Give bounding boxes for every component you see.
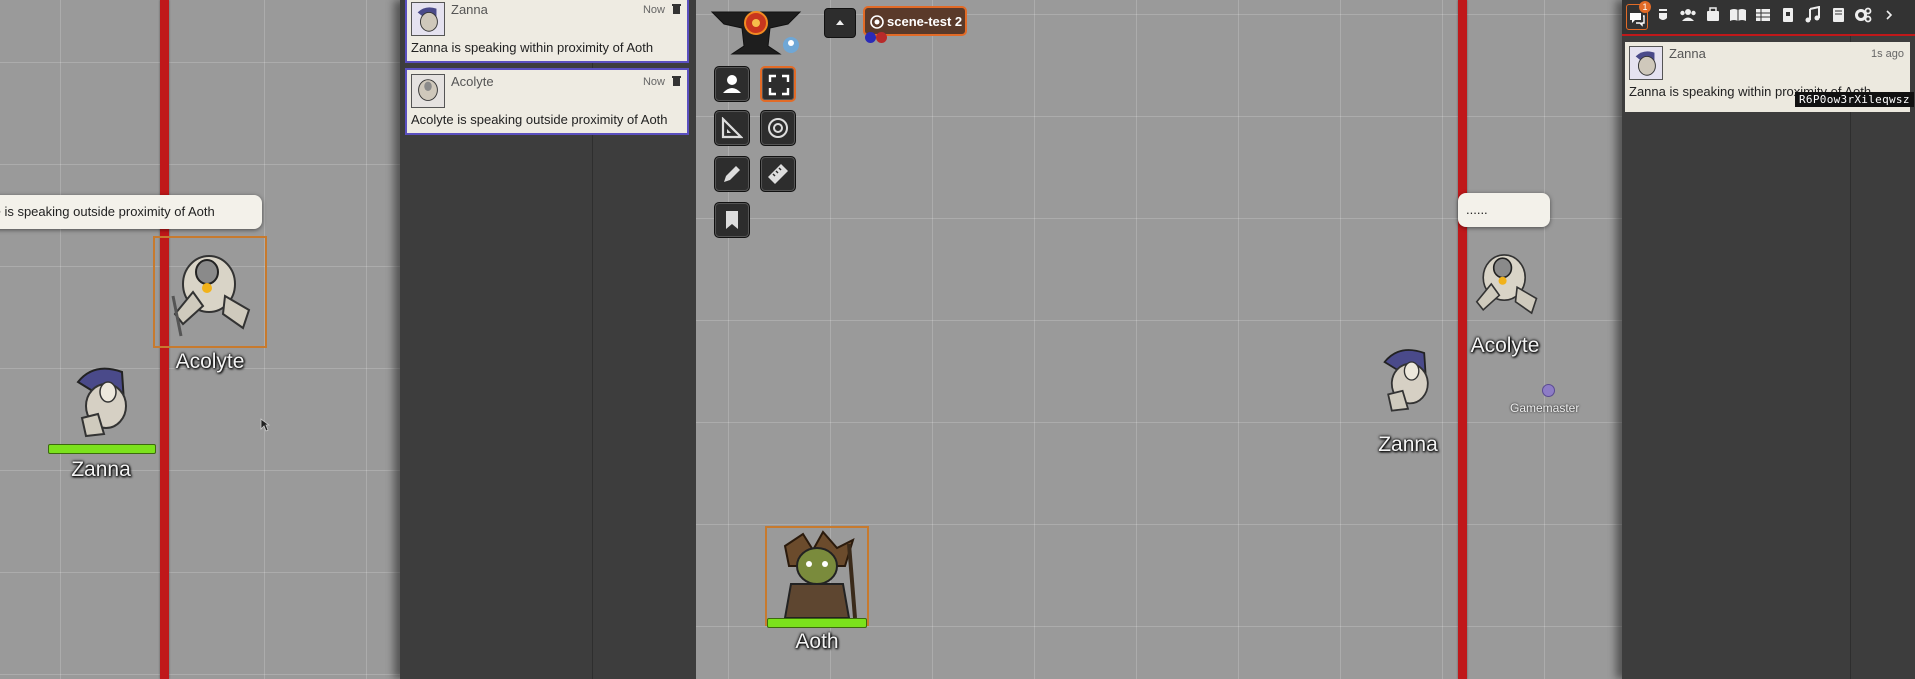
ruler-button[interactable] [760,156,796,192]
zanna-avatar [1629,46,1663,80]
token-name-acolyte: Acolyte [1470,334,1540,357]
collapse-icon [1886,10,1893,20]
tab-journal[interactable] [1729,6,1747,24]
token-hp-bar [48,444,156,454]
tab-combat[interactable] [1654,6,1672,24]
message-speaker: Acolyte [451,74,494,89]
user-dot-blue [865,32,876,43]
tab-playlists[interactable] [1804,5,1822,24]
left-scene-canvas[interactable]: te is speaking outside proximity of Aoth… [0,0,400,679]
person-icon [723,75,741,93]
expand-icon [768,74,790,96]
token-aoth[interactable] [765,526,869,626]
measure-button[interactable] [714,110,750,146]
mouse-cursor-icon [260,418,270,432]
combat-icon [1658,9,1668,20]
caret-up-icon [836,20,844,25]
zanna-avatar [411,2,445,36]
zanna-portrait [76,367,127,438]
tables-icon [1756,9,1770,21]
token-selection-frame [153,236,267,348]
notification-badge: 1 [1639,1,1651,13]
pencil-icon [724,166,740,182]
expand-button[interactable] [760,66,796,102]
bookmark-icon [726,211,738,229]
token-selection-frame [765,526,869,626]
message-timestamp: Now [642,4,665,16]
ruler-triangle-icon [721,117,743,139]
items-icon [1707,7,1719,21]
user-cursor-dot [1542,384,1555,397]
id-tooltip: R6P0ow3rXileqwsz [1795,92,1914,107]
chat-bubble-text: ...... [1466,202,1488,217]
acolyte-avatar [411,74,445,108]
scene-nav-toggle[interactable] [824,8,856,38]
chat-bubble: ...... [1458,193,1550,227]
tab-actors[interactable] [1679,6,1697,24]
actors-icon [1680,9,1696,21]
bullseye-icon [768,118,788,138]
trash-icon[interactable] [672,75,681,86]
zanna-portrait [1383,349,1429,412]
cards-icon [1783,8,1793,22]
journal-icon [1730,9,1746,21]
settings-icon [1855,7,1872,23]
compendium-icon [1833,8,1844,22]
message-speaker: Zanna [451,2,488,17]
user-dot-red [876,32,887,43]
chat-bubble-text: te is speaking outside proximity of Aoth [0,204,215,219]
chat-message-card[interactable]: Zanna Now Zanna is speaking within proxi… [405,0,689,63]
message-timestamp: 1s ago [1870,48,1904,60]
targeting-button[interactable] [760,110,796,146]
token-name-zanna: Zanna [1378,433,1438,456]
token-zanna[interactable] [1372,344,1444,416]
chat-bubble: te is speaking outside proximity of Aoth [0,195,262,229]
tab-collapse[interactable] [1884,6,1894,24]
acolyte-portrait [1475,254,1538,315]
sidebar-tabs: 1 [1622,0,1915,36]
token-acolyte[interactable] [153,236,267,348]
tab-cards[interactable] [1779,6,1797,24]
message-text: Acolyte is speaking outside proximity of… [411,112,668,127]
trash-icon[interactable] [672,3,681,14]
chat-message-card[interactable]: Acolyte Now Acolyte is speaking outside … [405,68,689,135]
user-cursor-label: Gamemaster [1510,401,1580,415]
drawing-button[interactable] [714,156,750,192]
message-text: Zanna is speaking within proximity of Ao… [411,40,654,55]
message-speaker: Zanna [1669,46,1706,61]
ruler-icon [768,164,788,184]
scene-tab-label: scene-test 2 [887,14,963,29]
token-acolyte[interactable] [1459,238,1551,330]
token-name-aoth: Aoth [795,630,839,653]
token-name-zanna: Zanna [71,458,131,481]
message-timestamp: Now [642,76,665,88]
tab-chat[interactable]: 1 [1626,1,1651,30]
tab-compendium[interactable] [1829,6,1847,24]
tab-settings[interactable] [1854,6,1872,24]
user-status-icon [783,37,799,53]
chat-message-card[interactable]: Zanna 1s ago Zanna is speaking within pr… [1625,42,1914,112]
left-sidebar-panel: Zanna Now Zanna is speaking within proxi… [400,0,696,679]
center-scene-canvas[interactable]: scene-test 2 Aoth ...... Acolyte Gamemas… [696,0,1622,679]
token-hp-bar [767,618,867,628]
notes-button[interactable] [714,202,750,238]
playlists-icon [1805,5,1820,23]
tab-tables[interactable] [1754,6,1772,24]
token-zanna[interactable] [64,362,144,442]
token-name-acolyte: Acolyte [175,350,245,373]
token-controls-button[interactable] [714,66,750,102]
tab-items[interactable] [1704,6,1722,24]
target-icon [870,15,884,29]
right-sidebar: 1 Zanna 1s ago Zanna is speaking within … [1622,0,1915,679]
